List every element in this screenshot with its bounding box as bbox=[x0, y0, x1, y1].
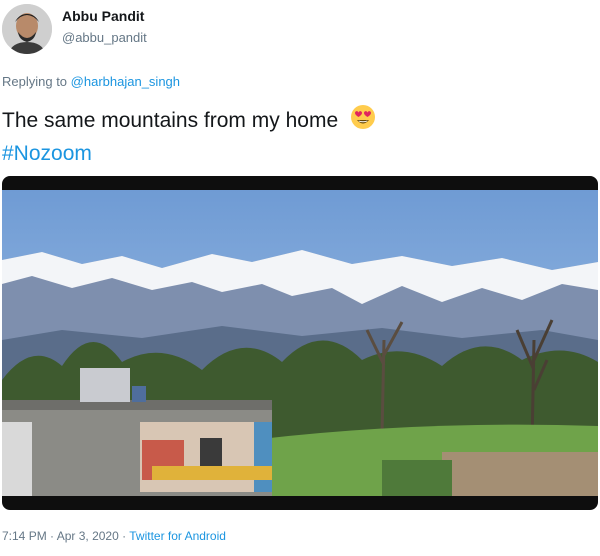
author-name[interactable]: Abbu Pandit bbox=[62, 8, 144, 24]
avatar-image bbox=[2, 4, 52, 54]
tweet-meta: 7:14 PM · Apr 3, 2020 · Twitter for Andr… bbox=[2, 529, 226, 543]
author-handle[interactable]: @abbu_pandit bbox=[62, 30, 147, 45]
tweet-media[interactable] bbox=[2, 176, 598, 510]
tweet-date[interactable]: Apr 3, 2020 bbox=[57, 529, 119, 543]
replying-prefix: Replying to bbox=[2, 74, 68, 89]
mention-link[interactable]: @harbhajan_singh bbox=[71, 74, 180, 89]
hashtag-link[interactable]: #Nozoom bbox=[2, 139, 376, 169]
avatar[interactable] bbox=[2, 4, 52, 54]
tweet-time[interactable]: 7:14 PM bbox=[2, 529, 47, 543]
mountain-photo bbox=[2, 190, 598, 496]
replying-to: Replying to @harbhajan_singh bbox=[2, 74, 180, 89]
meta-separator: · bbox=[122, 529, 127, 543]
meta-separator: · bbox=[50, 529, 55, 543]
tweet-text: The same mountains from my home #Nozoom bbox=[2, 104, 376, 169]
heart-eyes-emoji-icon bbox=[350, 104, 376, 139]
tweet-body: The same mountains from my home bbox=[2, 109, 339, 133]
tweet-source[interactable]: Twitter for Android bbox=[129, 529, 226, 543]
